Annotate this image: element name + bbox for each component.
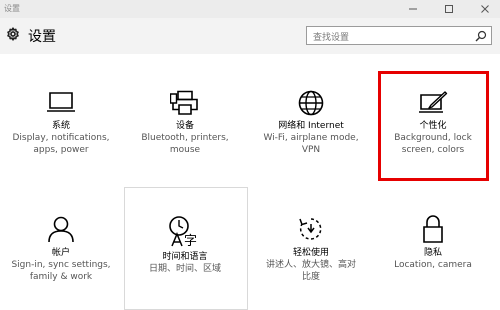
tile-accounts-name: 帐户 bbox=[51, 248, 70, 258]
tile-privacy[interactable]: 隐私 Location, camera bbox=[372, 215, 494, 271]
page-title: 设置 bbox=[28, 29, 56, 45]
window-title: 设置 bbox=[4, 4, 20, 13]
search-placeholder: 查找设置 bbox=[313, 33, 350, 43]
settings-header: 设置 查找设置 bbox=[0, 18, 500, 54]
minimize-button[interactable] bbox=[400, 0, 426, 18]
minimize-icon bbox=[408, 4, 418, 14]
tile-time-language[interactable]: 字 时间和语言 日期、时间、区域 bbox=[124, 215, 246, 275]
svg-text:字: 字 bbox=[184, 234, 197, 247]
close-button[interactable] bbox=[472, 0, 498, 18]
printer-icon bbox=[170, 90, 200, 116]
lock-icon bbox=[418, 215, 448, 243]
tile-devices-name: 设备 bbox=[175, 121, 194, 131]
close-icon bbox=[480, 4, 490, 14]
tile-network-name: 网络和 Internet bbox=[278, 121, 344, 131]
tile-network[interactable]: 网络和 Internet Wi-Fi, airplane mode, VPN bbox=[250, 90, 372, 156]
maximize-icon bbox=[444, 4, 454, 14]
tile-system-desc-1: Display, notifications, bbox=[12, 133, 110, 143]
laptop-icon bbox=[46, 90, 76, 116]
gear-icon bbox=[6, 27, 20, 41]
tile-system-name: 系统 bbox=[51, 121, 70, 131]
title-bar: 设置 bbox=[0, 0, 500, 18]
tile-accounts-desc-1: Sign-in, sync settings, bbox=[11, 260, 111, 270]
highlight-box bbox=[378, 71, 489, 181]
ease-of-access-icon bbox=[296, 215, 326, 243]
tile-network-desc-1: Wi-Fi, airplane mode, bbox=[263, 133, 359, 143]
tile-ease-of-access[interactable]: 轻松使用 讲述人、放大镜、高对 比度 bbox=[250, 215, 372, 283]
time-language-icon: 字 bbox=[168, 215, 197, 247]
tile-time-language-name: 时间和语言 bbox=[162, 252, 208, 262]
tile-system-desc-2: apps, power bbox=[33, 145, 89, 155]
tile-devices[interactable]: 设备 Bluetooth, printers, mouse bbox=[124, 90, 246, 156]
maximize-button[interactable] bbox=[436, 0, 462, 18]
tile-accounts[interactable]: 帐户 Sign-in, sync settings, family & work bbox=[0, 215, 122, 283]
search-input[interactable]: 查找设置 bbox=[306, 26, 492, 45]
tile-privacy-desc-1: Location, camera bbox=[394, 260, 472, 270]
tile-system[interactable]: 系统 Display, notifications, apps, power bbox=[0, 90, 122, 156]
tile-privacy-name: 隐私 bbox=[423, 248, 442, 258]
tile-devices-desc-1: Bluetooth, printers, bbox=[141, 133, 229, 143]
tile-time-language-desc-1: 日期、时间、区域 bbox=[148, 264, 221, 274]
tile-ease-of-access-desc-2: 比度 bbox=[301, 272, 320, 282]
tile-devices-desc-2: mouse bbox=[169, 145, 201, 155]
tile-ease-of-access-name: 轻松使用 bbox=[292, 248, 329, 258]
person-icon bbox=[46, 215, 76, 243]
tile-network-desc-2: VPN bbox=[301, 145, 321, 155]
tile-accounts-desc-2: family & work bbox=[29, 272, 93, 282]
globe-icon bbox=[296, 90, 326, 116]
search-icon[interactable] bbox=[475, 30, 487, 42]
tile-ease-of-access-desc-1: 讲述人、放大镜、高对 bbox=[265, 260, 356, 270]
